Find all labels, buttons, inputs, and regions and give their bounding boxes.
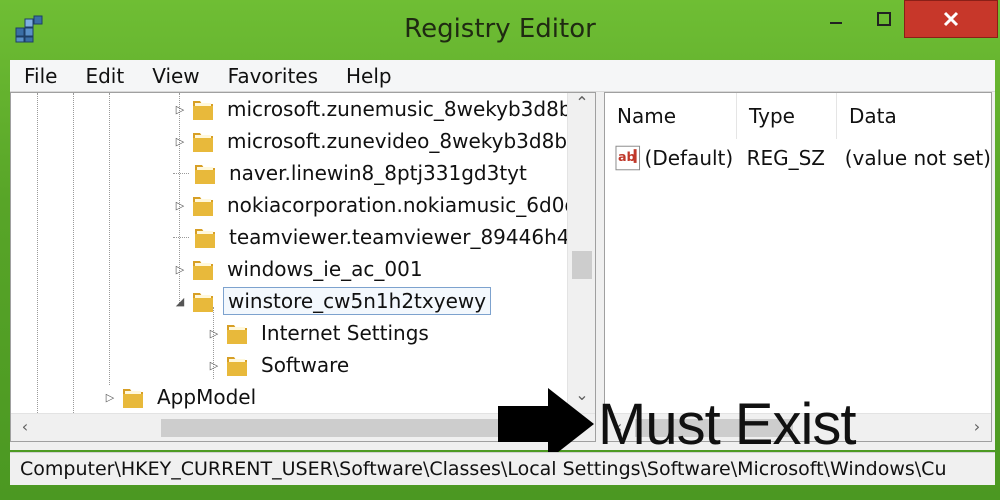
- tree-node-label[interactable]: AppModel: [153, 384, 260, 410]
- folder-icon: [227, 325, 247, 344]
- tree-guide-line: [109, 93, 110, 385]
- folder-icon: [195, 229, 215, 248]
- tree-node-label[interactable]: winstore_cw5n1h2txyewy: [223, 287, 492, 315]
- collapsed-arrow-icon[interactable]: ▷: [173, 102, 187, 116]
- column-header-name[interactable]: Name: [605, 93, 737, 139]
- tree-node-label[interactable]: naver.linewin8_8ptj331gd3tyt: [225, 160, 531, 186]
- tree-node[interactable]: ▷ Software: [207, 349, 353, 381]
- folder-icon: [193, 261, 213, 280]
- minimize-icon: [830, 22, 842, 24]
- string-value-icon: ab: [615, 145, 641, 171]
- folder-icon: [227, 357, 247, 376]
- tree-guide-line: [73, 93, 74, 413]
- folder-icon: [193, 101, 213, 120]
- tree-node-label[interactable]: Internet Settings: [257, 320, 433, 346]
- tree-node-label[interactable]: Software: [257, 352, 353, 378]
- arrow-right-icon: [498, 388, 594, 460]
- registry-path: Computer\HKEY_CURRENT_USER\Software\Clas…: [20, 458, 947, 480]
- tree-node[interactable]: ▷ nokiacorporation.nokiamusic_6d0q6: [173, 189, 567, 221]
- folder-icon: [195, 165, 215, 184]
- minimize-button[interactable]: [808, 0, 864, 38]
- expanded-arrow-icon[interactable]: ◢: [173, 294, 187, 308]
- tree-node-label[interactable]: teamviewer.teamviewer_89446h4zm: [225, 224, 567, 250]
- client-area: ▷ microsoft.zunemusic_8wekyb3d8bbwe ▷ micro…: [10, 92, 995, 460]
- tree-node[interactable]: ◢ winstore_cw5n1h2txyewy: [173, 285, 492, 317]
- tree-connector: [173, 236, 189, 238]
- maximize-button[interactable]: [864, 0, 904, 38]
- tree-node[interactable]: ▷ AppModel: [103, 381, 260, 413]
- folder-icon: [193, 293, 213, 312]
- column-header-type[interactable]: Type: [737, 93, 837, 139]
- close-button[interactable]: [904, 0, 998, 38]
- folder-icon: [193, 197, 213, 216]
- menu-favorites[interactable]: Favorites: [214, 64, 332, 88]
- annotation-text: Must Exist: [598, 391, 856, 457]
- status-bar: Computer\HKEY_CURRENT_USER\Software\Clas…: [10, 452, 995, 485]
- scroll-thumb[interactable]: [572, 251, 592, 279]
- menu-edit[interactable]: Edit: [71, 64, 138, 88]
- collapsed-arrow-icon[interactable]: ▷: [173, 198, 187, 212]
- annotation: Must Exist: [498, 388, 856, 460]
- scroll-thumb[interactable]: [161, 419, 551, 437]
- title-bar[interactable]: Registry Editor: [0, 0, 1000, 60]
- tree-node[interactable]: ▷ microsoft.zunemusic_8wekyb3d8bbwe: [173, 93, 567, 125]
- tree-node-label[interactable]: nokiacorporation.nokiamusic_6d0q6: [223, 192, 567, 218]
- collapsed-arrow-icon[interactable]: ▷: [173, 134, 187, 148]
- tree-node-label[interactable]: microsoft.zunemusic_8wekyb3d8bbwe: [223, 96, 567, 122]
- scroll-up-icon[interactable]: ⌃: [568, 93, 595, 112]
- menu-help[interactable]: Help: [332, 64, 406, 88]
- collapsed-arrow-icon[interactable]: ▷: [207, 326, 221, 340]
- tree-node-label[interactable]: microsoft.zunevideo_8wekyb3d8bbwe: [223, 128, 567, 154]
- menu-view[interactable]: View: [138, 64, 213, 88]
- scroll-right-icon[interactable]: ›: [963, 417, 991, 436]
- value-name: (Default): [644, 146, 734, 170]
- tree-node-label[interactable]: windows_ie_ac_001: [223, 256, 427, 282]
- collapsed-arrow-icon[interactable]: ▷: [173, 262, 187, 276]
- folder-icon: [123, 389, 143, 408]
- tree-guide-line: [37, 93, 38, 413]
- value-data: (value not set): [844, 146, 991, 170]
- menu-file[interactable]: File: [10, 64, 71, 88]
- tree-node[interactable]: naver.linewin8_8ptj331gd3tyt: [173, 157, 531, 189]
- close-icon: [943, 11, 959, 27]
- collapsed-arrow-icon[interactable]: ▷: [207, 358, 221, 372]
- menu-bar: File Edit View Favorites Help: [10, 60, 995, 92]
- scroll-left-icon[interactable]: ‹: [11, 417, 39, 436]
- maximize-icon: [877, 12, 891, 26]
- collapsed-arrow-icon[interactable]: ▷: [103, 390, 117, 404]
- tree-node[interactable]: ▷ Internet Settings: [207, 317, 433, 349]
- tree-node[interactable]: teamviewer.teamviewer_89446h4zm: [173, 221, 567, 253]
- svg-text:ab: ab: [618, 150, 636, 165]
- key-tree: ▷ microsoft.zunemusic_8wekyb3d8bbwe ▷ micro…: [11, 93, 567, 413]
- tree-connector: [173, 172, 189, 174]
- tree-vertical-scrollbar[interactable]: ⌃ ⌄: [567, 93, 595, 413]
- value-type: REG_SZ: [746, 146, 826, 170]
- tree-node[interactable]: ▷ microsoft.zunevideo_8wekyb3d8bbwe: [173, 125, 567, 157]
- tree-node[interactable]: ▷ windows_ie_ac_001: [173, 253, 427, 285]
- value-row[interactable]: ab (Default) REG_SZ (value not set): [605, 141, 991, 175]
- column-header-data[interactable]: Data: [837, 93, 991, 139]
- registry-editor-window: Registry Editor File Edit View Favorites…: [0, 0, 1000, 500]
- folder-icon: [193, 133, 213, 152]
